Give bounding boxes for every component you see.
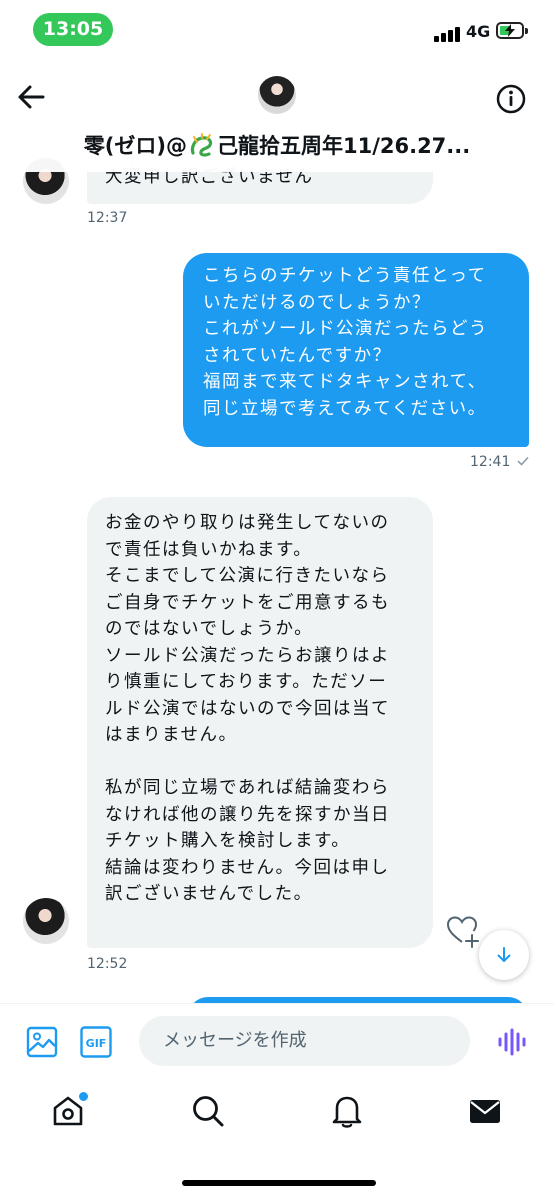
title-name: 零(ゼロ)@ — [83, 134, 187, 158]
conversation-title[interactable]: 零(ゼロ)@ 己龍拾五周年11/26.27... — [0, 130, 554, 160]
bottom-tab-bar — [0, 1075, 554, 1200]
gif-label: GIF — [86, 1037, 107, 1050]
status-bar: 13:05 4G — [0, 0, 554, 62]
info-icon — [496, 84, 526, 114]
message-time: 12:37 — [87, 210, 128, 226]
bell-icon — [332, 1096, 362, 1128]
tab-messages[interactable] — [467, 1093, 503, 1129]
scroll-to-bottom-button[interactable] — [479, 930, 529, 980]
search-icon — [193, 1096, 224, 1127]
message-time: 12:41 — [470, 454, 529, 470]
title-detail: 己龍拾五周年11/26.27... — [216, 134, 471, 158]
signal-icon — [434, 26, 464, 42]
add-image-button[interactable] — [26, 1026, 58, 1058]
back-arrow-icon — [18, 85, 45, 109]
notification-dot — [77, 1090, 90, 1103]
message-time-text: 12:41 — [470, 454, 511, 470]
home-indicator — [182, 1180, 376, 1186]
check-icon — [517, 456, 529, 466]
back-button[interactable] — [16, 82, 46, 112]
image-icon — [26, 1026, 58, 1058]
message-input[interactable]: メッセージを作成 — [139, 1016, 470, 1066]
message-bubble-sent[interactable]: こちらのチケットどう責任とって いただけるのでしょうか？ これがソールド公演だっ… — [183, 253, 529, 447]
battery-icon — [496, 22, 528, 39]
heart-plus-icon — [446, 916, 479, 948]
voice-icon — [498, 1028, 526, 1056]
voice-message-button[interactable] — [497, 1027, 527, 1057]
network-label: 4G — [466, 22, 491, 41]
dragon-emoji-icon — [190, 133, 213, 157]
add-gif-button[interactable]: GIF — [80, 1026, 112, 1058]
message-time: 12:52 — [87, 956, 128, 972]
mail-icon — [470, 1100, 500, 1123]
status-time: 13:05 — [33, 13, 113, 46]
react-button[interactable] — [445, 913, 481, 949]
contact-avatar-small[interactable] — [23, 898, 69, 944]
contact-avatar[interactable] — [258, 76, 296, 114]
conversation-header: 零(ゼロ)@ 己龍拾五周年11/26.27... — [0, 62, 554, 172]
arrow-down-icon — [497, 947, 511, 962]
info-button[interactable] — [496, 84, 526, 114]
gif-icon: GIF — [80, 1026, 112, 1058]
message-bubble-received[interactable]: お金のやり取りは発生してないの で責任は負いかねます。 そこまでして公演に行きた… — [87, 497, 433, 948]
tab-search[interactable] — [190, 1093, 226, 1129]
message-composer: GIF メッセージを作成 — [0, 1003, 554, 1076]
tab-notifications[interactable] — [329, 1093, 365, 1129]
